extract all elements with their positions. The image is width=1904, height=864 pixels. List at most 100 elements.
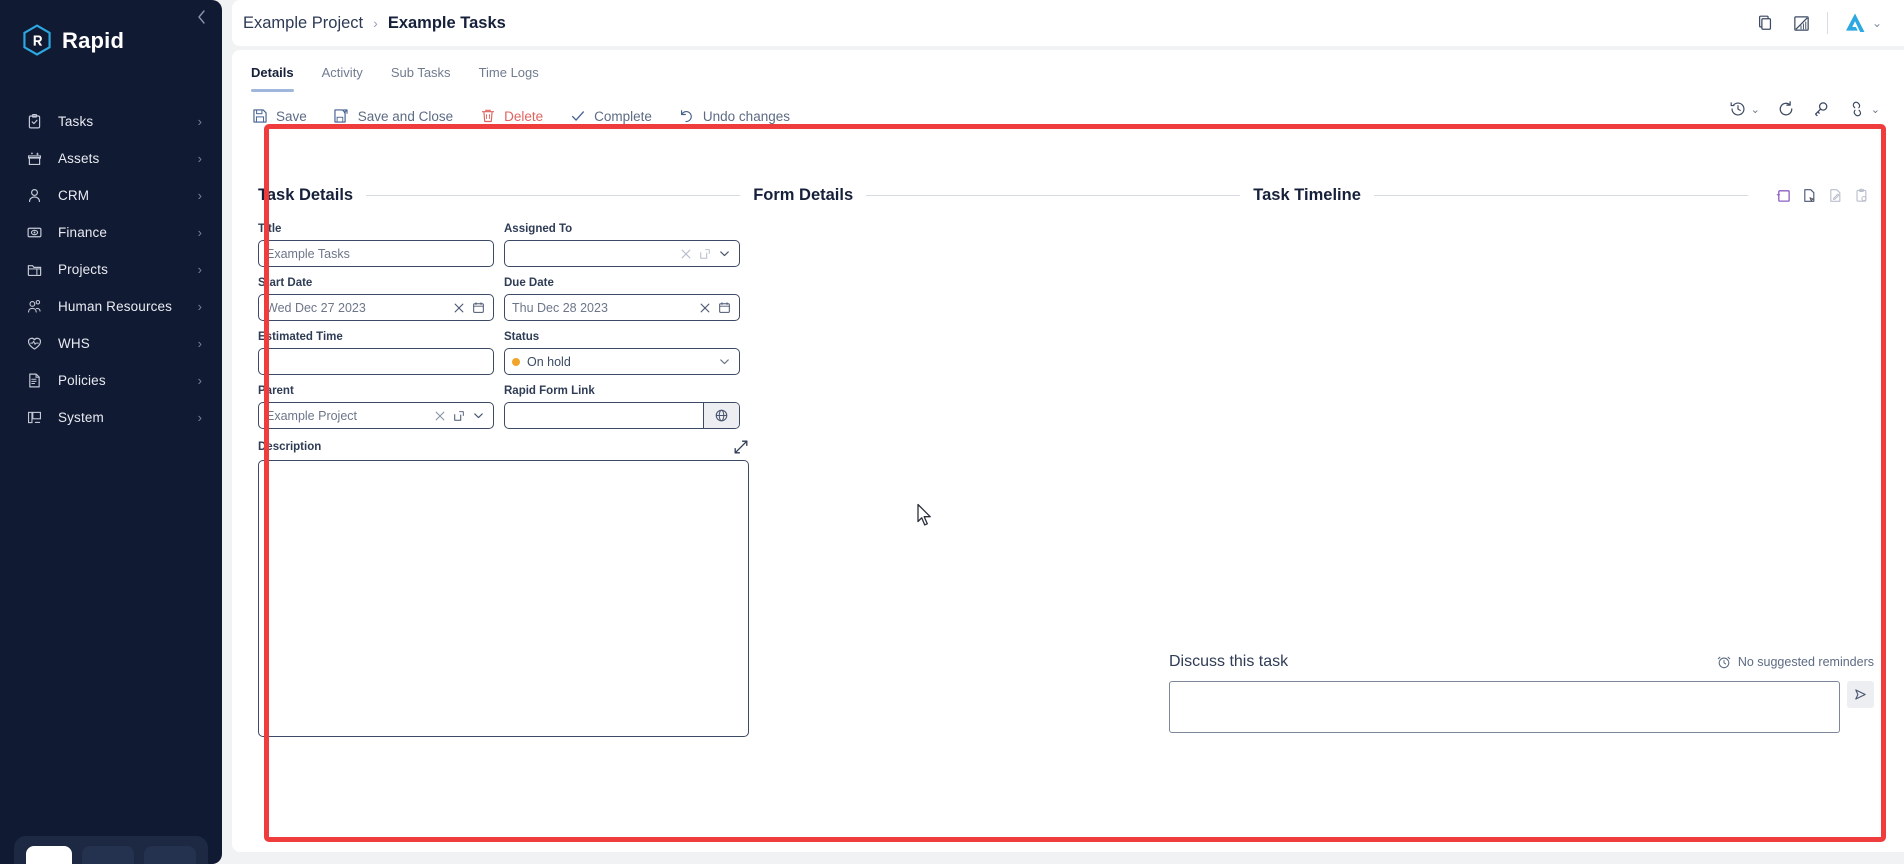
complete-button[interactable]: Complete xyxy=(569,108,652,125)
parent-input[interactable]: Example Project xyxy=(258,402,494,429)
history-button[interactable]: ⌄ xyxy=(1729,100,1760,118)
heart-pulse-icon xyxy=(24,334,44,354)
status-select[interactable]: On hold xyxy=(504,348,740,375)
permissions-key-button[interactable] xyxy=(1812,100,1830,118)
tab-activity[interactable]: Activity xyxy=(322,65,363,92)
save-button[interactable]: Save xyxy=(251,108,307,125)
rapid-a-logo xyxy=(1845,13,1865,32)
note-panel-icon[interactable] xyxy=(1775,187,1792,204)
clear-x-icon[interactable] xyxy=(432,408,448,424)
chevron-down-icon: ⌄ xyxy=(1750,103,1760,116)
chevron-down-icon[interactable] xyxy=(716,246,732,262)
label-assigned-to: Assigned To xyxy=(504,223,573,235)
suggested-reminders[interactable]: No suggested reminders xyxy=(1716,654,1874,670)
tab-details[interactable]: Details xyxy=(251,65,294,92)
sidebar-item-assets[interactable]: Assets › xyxy=(0,140,222,177)
calendar-icon[interactable] xyxy=(470,300,486,316)
bottom-pill[interactable] xyxy=(81,846,134,864)
title-value: Example Tasks xyxy=(266,246,350,261)
breadcrumb-separator: › xyxy=(373,15,378,31)
sidebar-item-system[interactable]: System › xyxy=(0,399,222,436)
person-icon xyxy=(24,186,44,206)
clipboard-clock-icon[interactable] xyxy=(1853,187,1870,204)
open-external-icon[interactable] xyxy=(697,246,713,262)
chevron-down-icon[interactable] xyxy=(470,408,486,424)
sidebar-item-whs[interactable]: WHS › xyxy=(0,325,222,362)
sidebar-item-label: Human Resources xyxy=(58,299,173,314)
chevron-right-icon: › xyxy=(197,188,202,203)
chevron-down-icon[interactable] xyxy=(716,354,732,370)
start-date-input[interactable]: Wed Dec 27 2023 xyxy=(258,294,494,321)
undo-icon xyxy=(678,108,695,125)
field-rapid-form-link: Rapid Form Link xyxy=(504,385,740,429)
assets-box-icon xyxy=(24,149,44,169)
field-due-date: Due Date Thu Dec 28 2023 xyxy=(504,277,740,321)
rapid-logo-icon xyxy=(23,24,51,56)
action-toolbar: Save Save and Close Delete Complete Undo… xyxy=(232,92,1904,130)
top-bar: Example Project › Example Tasks ⌄ xyxy=(232,0,1904,46)
delete-button[interactable]: Delete xyxy=(479,108,543,125)
sidebar-item-label: CRM xyxy=(58,188,90,203)
copy-icon[interactable] xyxy=(1755,12,1777,34)
document-pointer-icon[interactable] xyxy=(1801,187,1818,204)
sidebar-item-tasks[interactable]: Tasks › xyxy=(0,103,222,140)
sidebar-item-label: Policies xyxy=(58,373,106,388)
refresh-icon xyxy=(1779,101,1793,116)
section-title-task-details: Task Details xyxy=(258,186,354,204)
save-and-close-button[interactable]: Save and Close xyxy=(333,108,453,125)
sidebar-item-policies[interactable]: Policies › xyxy=(0,362,222,399)
ruler-chart-icon[interactable] xyxy=(1791,12,1813,34)
sidebar-item-projects[interactable]: Projects › xyxy=(0,251,222,288)
document-edit-icon[interactable] xyxy=(1827,187,1844,204)
assigned-to-input[interactable] xyxy=(504,240,740,267)
sidebar-item-finance[interactable]: Finance › xyxy=(0,214,222,251)
sidebar-collapse-button[interactable] xyxy=(192,8,210,26)
form-row-time-status: Estimated Time Status On hold xyxy=(258,331,749,375)
bottom-pill-active[interactable] xyxy=(26,846,72,864)
tab-time-logs[interactable]: Time Logs xyxy=(479,65,539,92)
rapid-form-link-input[interactable] xyxy=(504,402,740,429)
key-icon xyxy=(1814,102,1828,117)
globe-icon[interactable] xyxy=(703,403,739,428)
expand-arrow-icon[interactable] xyxy=(733,439,749,455)
chevron-down-icon: ⌄ xyxy=(1870,103,1880,116)
chevron-right-icon: › xyxy=(197,373,202,388)
field-title: Title Example Tasks xyxy=(258,223,494,267)
title-input[interactable]: Example Tasks xyxy=(258,240,494,267)
bottom-pill[interactable] xyxy=(143,846,196,864)
sidebar-nav: Tasks › Assets › CRM › Finance › Project… xyxy=(0,103,222,436)
sidebar-item-crm[interactable]: CRM › xyxy=(0,177,222,214)
label-due-date: Due Date xyxy=(504,277,554,289)
clear-x-icon[interactable] xyxy=(451,300,467,316)
send-icon xyxy=(1855,689,1866,700)
due-date-value: Thu Dec 28 2023 xyxy=(512,300,608,315)
refresh-button[interactable] xyxy=(1777,100,1795,118)
estimated-time-input[interactable] xyxy=(258,348,494,375)
open-external-icon[interactable] xyxy=(451,408,467,424)
profile-menu[interactable]: ⌄ xyxy=(1842,11,1882,35)
breadcrumb-parent[interactable]: Example Project xyxy=(243,14,363,33)
clear-x-icon[interactable] xyxy=(678,246,694,262)
status-dot xyxy=(512,357,520,366)
parent-value: Example Project xyxy=(266,408,358,423)
sidebar: Rapid Tasks › Assets › CRM › Finance › P… xyxy=(0,0,222,864)
calendar-icon[interactable] xyxy=(716,300,732,316)
timeline-panel-icons xyxy=(1775,187,1870,204)
due-date-input[interactable]: Thu Dec 28 2023 xyxy=(504,294,740,321)
undo-changes-button[interactable]: Undo changes xyxy=(678,108,790,125)
sidebar-item-human-resources[interactable]: Human Resources › xyxy=(0,288,222,325)
form-row-parent-link: Parent Example Project Rapid Form Link xyxy=(258,385,749,429)
description-textarea[interactable] xyxy=(258,460,749,737)
brand[interactable]: Rapid xyxy=(0,0,222,57)
timeline-column: Discuss this task No suggested reminders xyxy=(749,223,1880,737)
discuss-input-row xyxy=(1169,681,1874,733)
links-button[interactable]: ⌄ xyxy=(1847,100,1880,118)
chevron-right-icon: › xyxy=(197,114,202,129)
tab-sub-tasks[interactable]: Sub Tasks xyxy=(391,65,451,92)
breadcrumb: Example Project › Example Tasks xyxy=(232,14,506,33)
label-start-date: Start Date xyxy=(258,277,313,289)
send-button[interactable] xyxy=(1847,681,1874,708)
discuss-textarea[interactable] xyxy=(1169,681,1840,733)
clear-x-icon[interactable] xyxy=(697,300,713,316)
app-root: Rapid Tasks › Assets › CRM › Finance › P… xyxy=(0,0,1904,864)
